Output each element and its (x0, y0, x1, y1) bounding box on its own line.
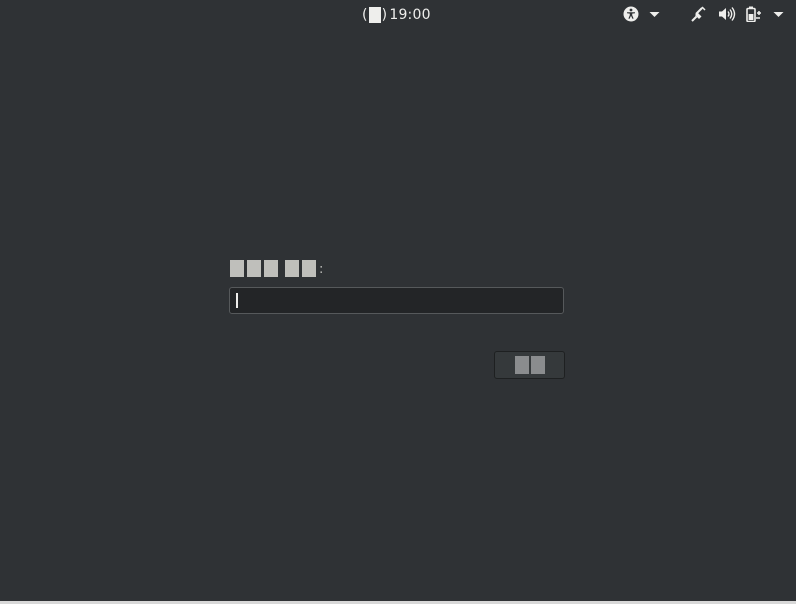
missing-glyph (530, 356, 545, 374)
missing-glyph (264, 259, 278, 277)
top-bar: ( ) 19:00 (0, 0, 796, 28)
prompt-label-colon: : (319, 261, 324, 277)
clock-menu[interactable]: ( ) 19:00 (362, 6, 431, 24)
unlock-button[interactable] (494, 351, 565, 379)
missing-glyph (247, 259, 261, 277)
missing-glyph (514, 356, 529, 374)
password-prompt-label: : (230, 259, 323, 277)
battery-icon[interactable] (745, 5, 763, 23)
text-cursor (236, 293, 238, 308)
network-wired-icon[interactable] (689, 5, 707, 23)
missing-glyph (302, 259, 316, 277)
missing-glyph (230, 259, 244, 277)
volume-icon[interactable] (717, 5, 737, 23)
clock-suffix: ) (381, 7, 388, 23)
chevron-down-icon[interactable] (771, 5, 785, 23)
lock-screen: ( ) 19:00: (0, 0, 796, 604)
accessibility-icon[interactable] (622, 5, 640, 23)
clock-prefix: ( (362, 7, 368, 23)
missing-glyph (285, 259, 299, 277)
password-input[interactable] (229, 287, 564, 314)
missing-glyph (368, 7, 381, 23)
clock-time: 19:00 (389, 7, 431, 23)
chevron-down-icon[interactable] (647, 5, 661, 23)
